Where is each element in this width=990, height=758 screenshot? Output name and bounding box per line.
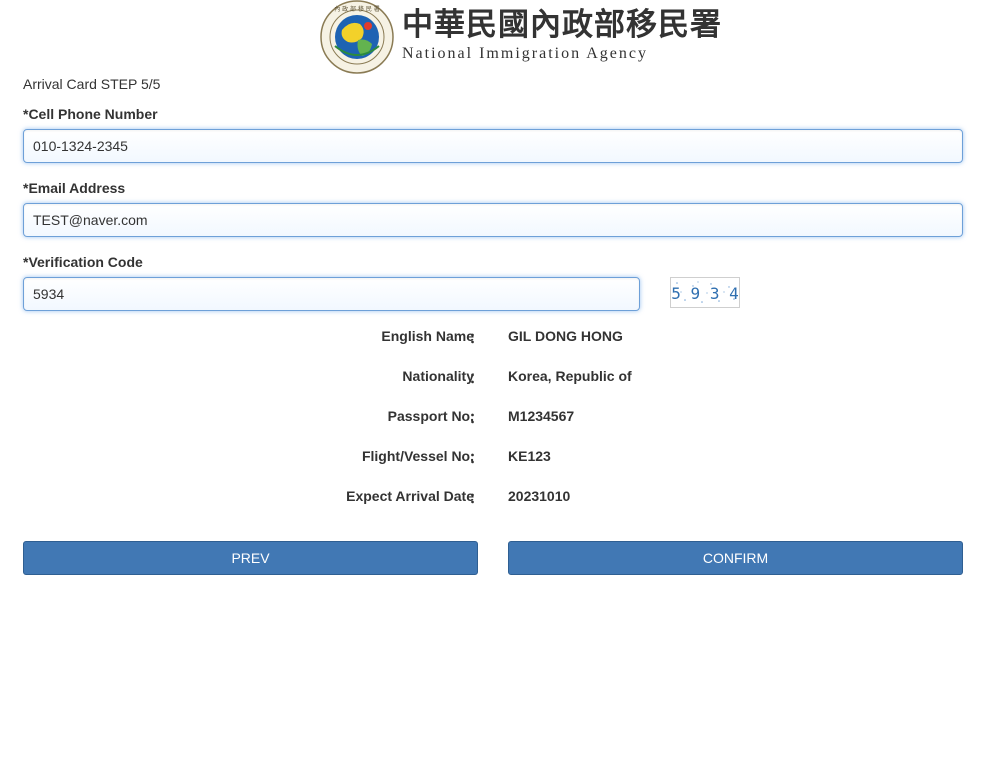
verification-code-label: *Verification Code bbox=[23, 254, 143, 270]
captcha-text: 5 9 3 4 bbox=[671, 284, 738, 303]
summary-label: Nationality bbox=[402, 368, 474, 384]
email-label: *Email Address bbox=[23, 180, 126, 196]
summary-label: Passport No. bbox=[387, 408, 474, 424]
summary-row-arrival-date: Expect Arrival Date ： 20231010 bbox=[0, 488, 990, 508]
summary-colon: ： bbox=[469, 330, 483, 346]
summary-value: KE123 bbox=[508, 448, 551, 464]
agency-title-chinese: 中華民國內政部移民署 bbox=[402, 7, 722, 43]
captcha-image[interactable]: 5 9 3 4 bbox=[670, 277, 740, 308]
summary-colon: ： bbox=[469, 370, 483, 386]
phone-input[interactable] bbox=[23, 129, 963, 163]
summary-colon: ： bbox=[469, 410, 483, 426]
summary-label: English Name bbox=[381, 328, 474, 344]
agency-title: 中華民國內政部移民署 National Immigration Agency bbox=[402, 6, 722, 64]
agency-logo: 內 政 部 移 民 署 bbox=[320, 0, 394, 74]
summary-row-flight: Flight/Vessel No. ： KE123 bbox=[0, 448, 990, 468]
summary-value: GIL DONG HONG bbox=[508, 328, 623, 344]
confirm-button[interactable]: CONFIRM bbox=[508, 541, 963, 575]
verification-code-input[interactable] bbox=[23, 277, 640, 311]
summary-value: Korea, Republic of bbox=[508, 368, 632, 384]
prev-button[interactable]: PREV bbox=[23, 541, 478, 575]
summary-label: Flight/Vessel No. bbox=[361, 448, 474, 464]
summary-colon: ： bbox=[469, 490, 483, 506]
summary-value: M1234567 bbox=[508, 408, 575, 424]
summary-row-passport: Passport No. ： M1234567 bbox=[0, 408, 990, 428]
phone-label: *Cell Phone Number bbox=[23, 106, 158, 122]
summary-row-english-name: English Name ： GIL DONG HONG bbox=[0, 328, 990, 348]
step-indicator: Arrival Card STEP 5/5 bbox=[23, 76, 161, 92]
email-input[interactable] bbox=[23, 203, 963, 237]
summary-colon: ： bbox=[469, 450, 483, 466]
svg-text:內 政 部 移 民 署: 內 政 部 移 民 署 bbox=[334, 5, 380, 13]
summary-value: 20231010 bbox=[508, 488, 571, 504]
summary-row-nationality: Nationality ： Korea, Republic of bbox=[0, 368, 990, 388]
site-header: 內 政 部 移 民 署 中華民國內政部移民署 National Immigrat… bbox=[0, 0, 990, 76]
agency-title-english: National Immigration Agency bbox=[402, 45, 648, 62]
summary-label: Expect Arrival Date bbox=[346, 488, 474, 504]
